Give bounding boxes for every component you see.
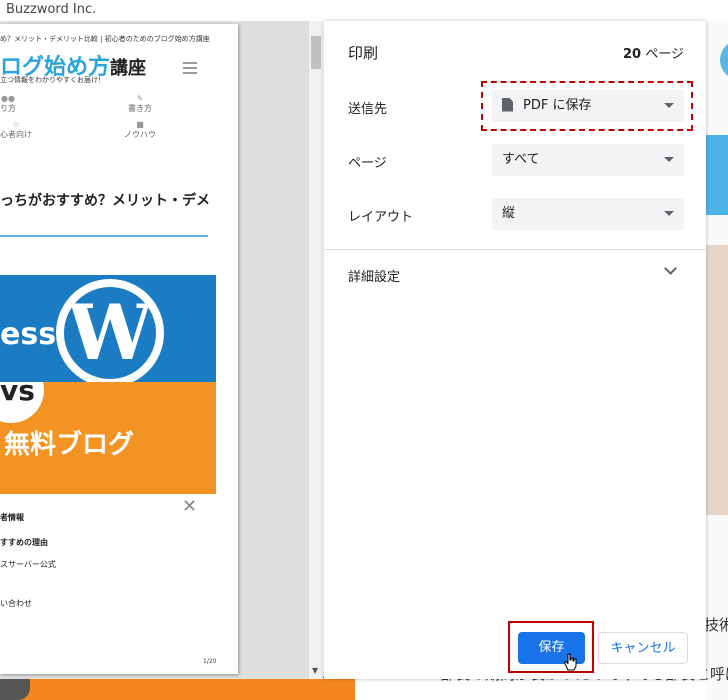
preview-nav-item: ✎ 書き方 xyxy=(128,94,152,113)
banner-vs-text: vs xyxy=(0,382,35,407)
preview-scrollbar[interactable]: ▼ xyxy=(309,21,323,679)
preview-tagline: 立つ情報をわかりやすくお届け！ xyxy=(0,76,105,84)
browser-top-bar: Buzzword Inc. xyxy=(0,0,728,21)
preview-banner-free-blog: vs 無料ブログ xyxy=(0,382,216,494)
preview-article-title: っちがおすすめ？メリット・デメ xyxy=(0,193,210,209)
dropdown-arrow-icon xyxy=(664,157,674,162)
background-bottom-avatar xyxy=(0,676,30,700)
preview-breadcrumb: め？メリット・デメリット比較 | 初心者のためのブログ始め方講座 xyxy=(0,35,210,43)
background-blue-block xyxy=(706,135,728,215)
wordpress-logo-icon: W xyxy=(56,279,164,382)
preview-list-item: すすめの理由 xyxy=(0,538,48,547)
dialog-title: 印刷 xyxy=(348,44,379,62)
edit-icon: ✎ xyxy=(136,94,144,103)
cancel-button[interactable]: キャンセル xyxy=(598,632,688,664)
layout-label: レイアウト xyxy=(348,210,414,225)
preview-title-underline xyxy=(0,235,208,237)
print-dialog: 印刷 20 ページ 送信先 PDF に保存 ページ すべて レイアウト 縦 詳細… xyxy=(324,21,706,679)
scroll-down-arrow-icon[interactable]: ▼ xyxy=(312,666,318,675)
background-bottom-banner xyxy=(0,676,355,700)
banner-wordpress-text: ess xyxy=(0,317,57,352)
star-icon: ☆ xyxy=(12,120,20,129)
destination-label: 送信先 xyxy=(348,102,388,117)
destination-highlight-box xyxy=(481,81,693,131)
close-icon: ✕ xyxy=(182,496,198,517)
hand-cursor-icon xyxy=(564,653,577,671)
pages-label: ページ xyxy=(348,156,387,171)
print-preview-pane: め？メリット・デメリット比較 | 初心者のためのブログ始め方講座 ログ始め方講座… xyxy=(0,21,323,679)
pages-select[interactable]: すべて xyxy=(492,144,684,176)
preview-banner-wordpress: ess W xyxy=(0,275,216,382)
people-icon: ●● xyxy=(1,94,15,103)
brand-label: Buzzword Inc. xyxy=(6,2,97,17)
background-photo xyxy=(706,245,728,515)
hamburger-menu-icon xyxy=(183,62,197,77)
preview-nav-item: ■ ノウハウ xyxy=(124,120,156,139)
preview-page: め？メリット・デメリット比較 | 初心者のためのブログ始め方講座 ログ始め方講座… xyxy=(0,24,238,674)
settings-divider xyxy=(324,249,706,250)
preview-list-item: スサーバー公式 xyxy=(0,560,56,569)
preview-logo-suffix: 講座 xyxy=(110,58,147,79)
scrollbar-thumb[interactable] xyxy=(311,36,321,69)
layout-select[interactable]: 縦 xyxy=(492,198,684,230)
preview-nav-item: ☆ 心者向け xyxy=(0,120,32,139)
page-count: 20 ページ xyxy=(623,47,684,62)
preview-nav-item: ●● り方 xyxy=(0,94,16,113)
dropdown-arrow-icon xyxy=(664,211,674,216)
background-text-line1: 技術 xyxy=(704,616,728,634)
book-icon: ■ xyxy=(136,120,144,129)
chevron-down-icon[interactable] xyxy=(664,262,677,275)
banner-free-blog-text: 無料ブログ xyxy=(4,430,135,460)
preview-page-number: 1/20 xyxy=(203,658,217,665)
preview-list-item: い合わせ xyxy=(0,599,32,608)
preview-list-item: 者情報 xyxy=(0,513,24,522)
save-highlight-box xyxy=(508,621,594,673)
more-settings-toggle[interactable]: 詳細設定 xyxy=(348,266,400,285)
